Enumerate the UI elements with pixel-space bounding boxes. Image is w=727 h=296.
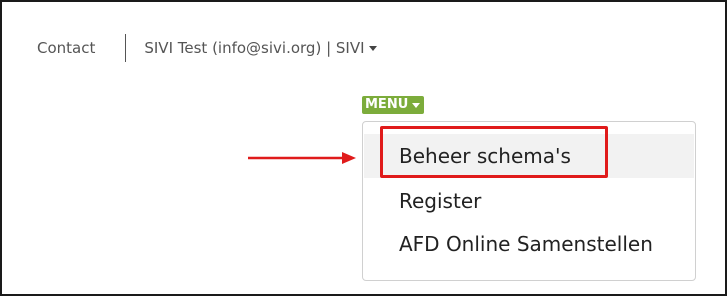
chevron-down-icon xyxy=(412,102,421,108)
menu-button[interactable]: MENU xyxy=(362,96,425,114)
annotation-arrow-icon xyxy=(248,152,356,164)
annotation-highlight-box xyxy=(380,126,608,178)
menu-button-label: MENU xyxy=(365,97,409,112)
menu-item-register[interactable]: Register xyxy=(399,189,481,213)
top-navigation: Contact SIVI Test (info@sivi.org) | SIVI xyxy=(37,34,377,62)
menu-item-afd-online-samenstellen[interactable]: AFD Online Samenstellen xyxy=(399,232,653,256)
account-label: SIVI Test (info@sivi.org) | SIVI xyxy=(144,39,365,57)
contact-link[interactable]: Contact xyxy=(37,39,95,57)
account-dropdown[interactable]: SIVI Test (info@sivi.org) | SIVI xyxy=(144,39,377,57)
chevron-down-icon xyxy=(368,46,377,51)
nav-divider xyxy=(125,34,127,62)
